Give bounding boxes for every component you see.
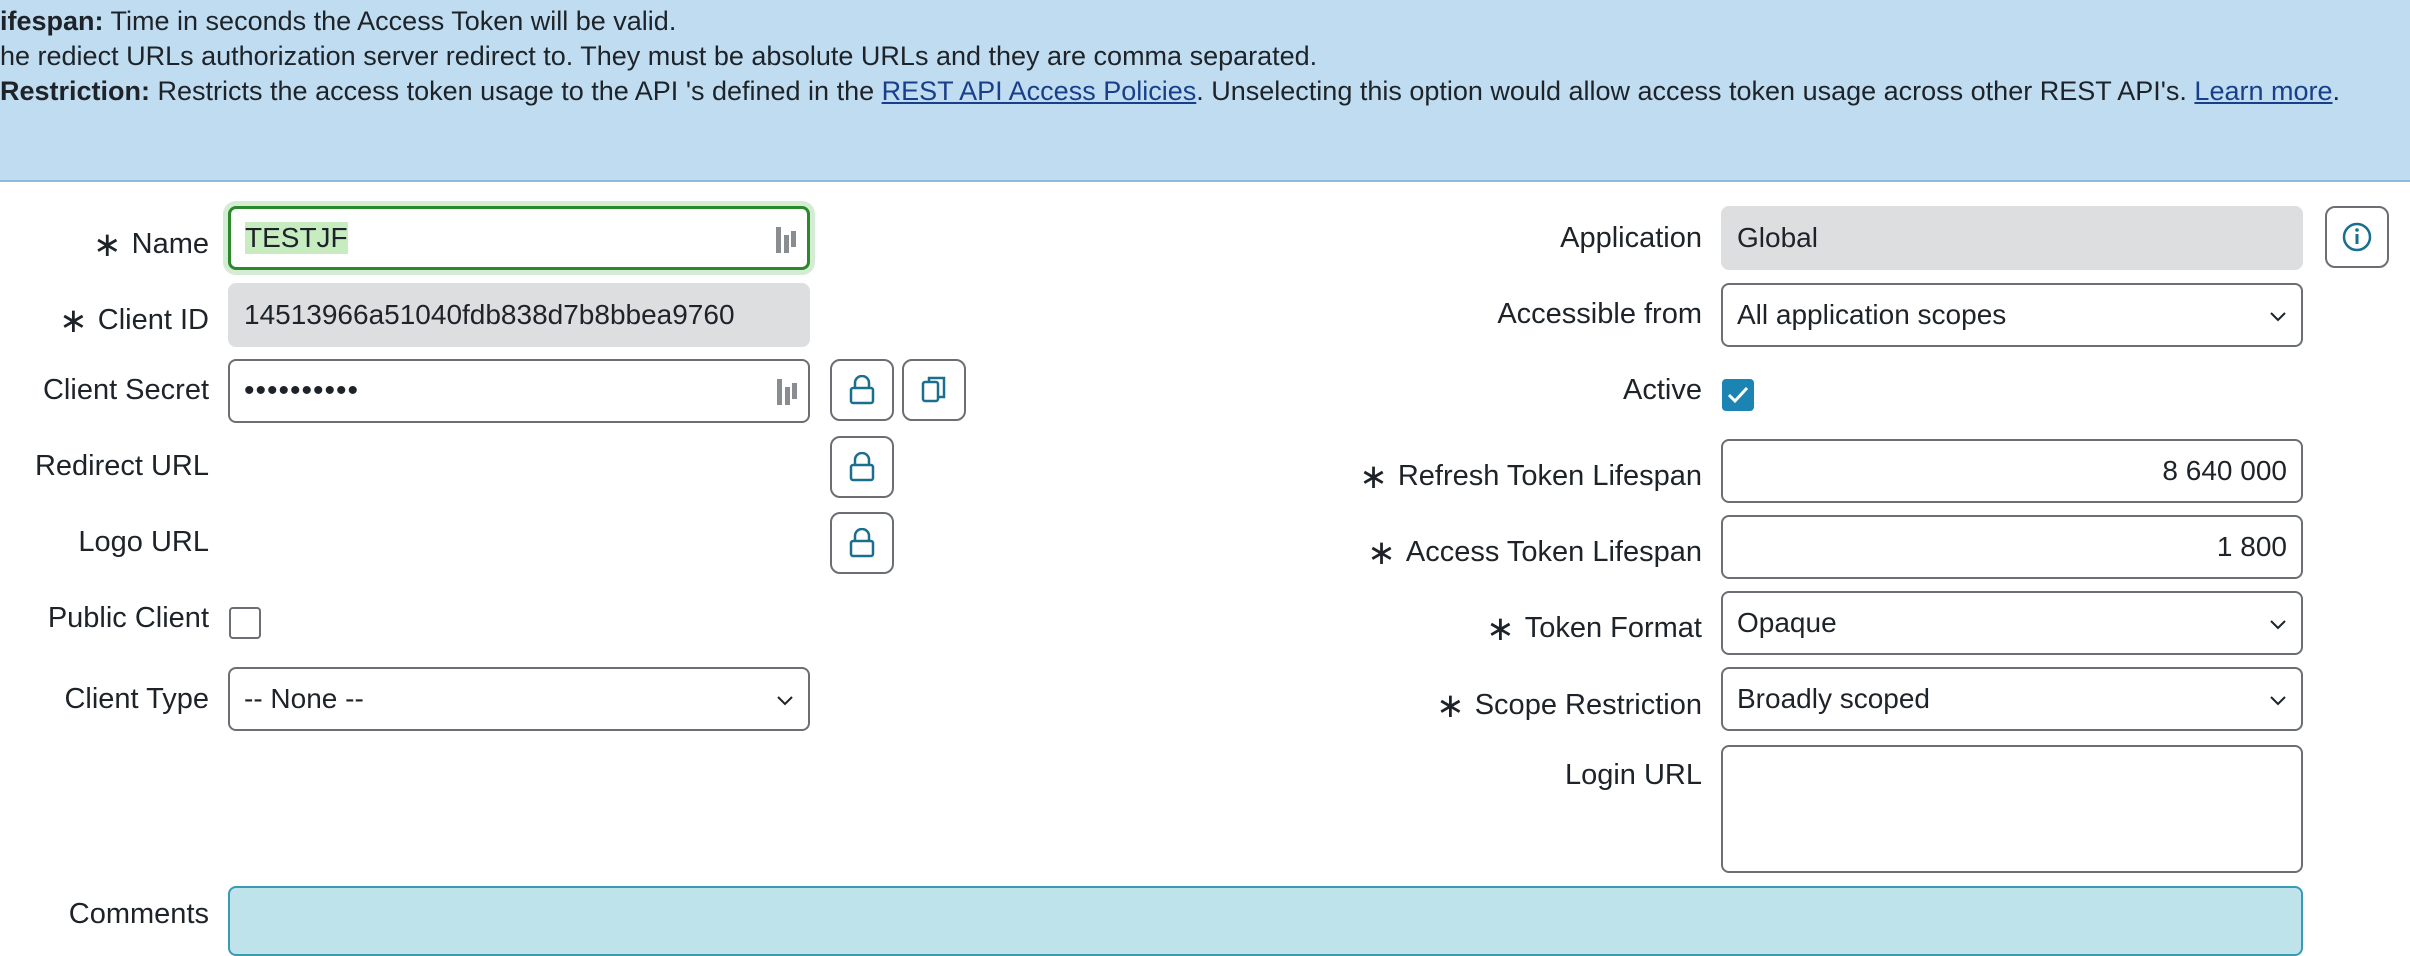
required-marker: ∗ [93,226,122,264]
chevron-down-icon [777,696,793,706]
name-input[interactable]: TESTJF [228,206,810,270]
client-secret-label: Client Secret [42,374,209,406]
copy-icon [921,376,946,403]
rest-api-access-policies-link[interactable]: REST API Access Policies [882,76,1197,106]
client-id-field: 14513966a51040fdb838d7b8bbea9760 [228,283,810,347]
application-info-button[interactable] [2325,206,2389,268]
public-client-label: Public Client [47,602,209,634]
chevron-down-icon [2270,620,2286,630]
client-type-select[interactable]: -- None -- [228,667,810,731]
token-format-select[interactable]: Opaque [1721,591,2303,655]
unlock-client-secret-button[interactable] [830,359,894,421]
banner-line-lifespan: ifespan: Time in seconds the Access Toke… [0,6,677,36]
unlock-redirect-url-button[interactable] [830,436,894,498]
chevron-down-icon [2270,696,2286,706]
banner-line-restriction: Restriction: Restricts the access token … [0,76,2341,106]
active-checkbox[interactable] [1722,379,1754,411]
refresh-token-lifespan-label: ∗ Refresh Token Lifespan [1359,458,1702,496]
password-manager-icon[interactable] [776,377,798,407]
accessible-from-select[interactable]: All application scopes [1721,283,2303,347]
required-marker: ∗ [59,302,88,340]
comments-label: Comments [68,898,209,930]
required-marker: ∗ [1486,610,1515,648]
required-marker: ∗ [1359,458,1388,496]
active-label: Active [1623,374,1702,406]
scope-restriction-label: ∗ Scope Restriction [1436,687,1702,725]
required-marker: ∗ [1367,534,1396,572]
lock-icon [849,452,875,482]
refresh-token-lifespan-input[interactable]: 8 640 000 [1721,439,2303,503]
name-label: ∗ Name [93,226,209,264]
client-secret-input[interactable]: •••••••••• [228,359,810,423]
unlock-logo-url-button[interactable] [830,512,894,574]
copy-client-secret-button[interactable] [902,359,966,421]
lock-icon [849,528,875,558]
accessible-from-label: Accessible from [1497,298,1702,330]
access-token-lifespan-label: ∗ Access Token Lifespan [1367,534,1702,572]
client-type-label: Client Type [64,683,209,715]
login-url-label: Login URL [1564,759,1702,791]
password-manager-icon[interactable] [775,225,797,255]
login-url-textarea[interactable] [1721,745,2303,873]
public-client-checkbox[interactable] [229,607,261,639]
comments-textarea[interactable] [228,886,2303,956]
banner-line-redirect: he rediect URLs authorization server red… [0,41,1318,71]
logo-url-label: Logo URL [78,526,209,558]
application-field: Global [1721,206,2303,270]
token-format-label: ∗ Token Format [1486,610,1702,648]
info-icon [2342,222,2372,252]
redirect-url-label: Redirect URL [34,450,209,482]
client-id-label: ∗ Client ID [59,302,209,340]
lock-icon [849,375,875,405]
required-marker: ∗ [1436,687,1465,725]
scope-restriction-select[interactable]: Broadly scoped [1721,667,2303,731]
access-token-lifespan-input[interactable]: 1 800 [1721,515,2303,579]
application-label: Application [1560,222,1702,254]
info-banner: ifespan: Time in seconds the Access Toke… [0,0,2410,182]
chevron-down-icon [2270,312,2286,322]
checkmark-icon [1727,386,1749,404]
learn-more-link[interactable]: Learn more [2194,76,2332,106]
